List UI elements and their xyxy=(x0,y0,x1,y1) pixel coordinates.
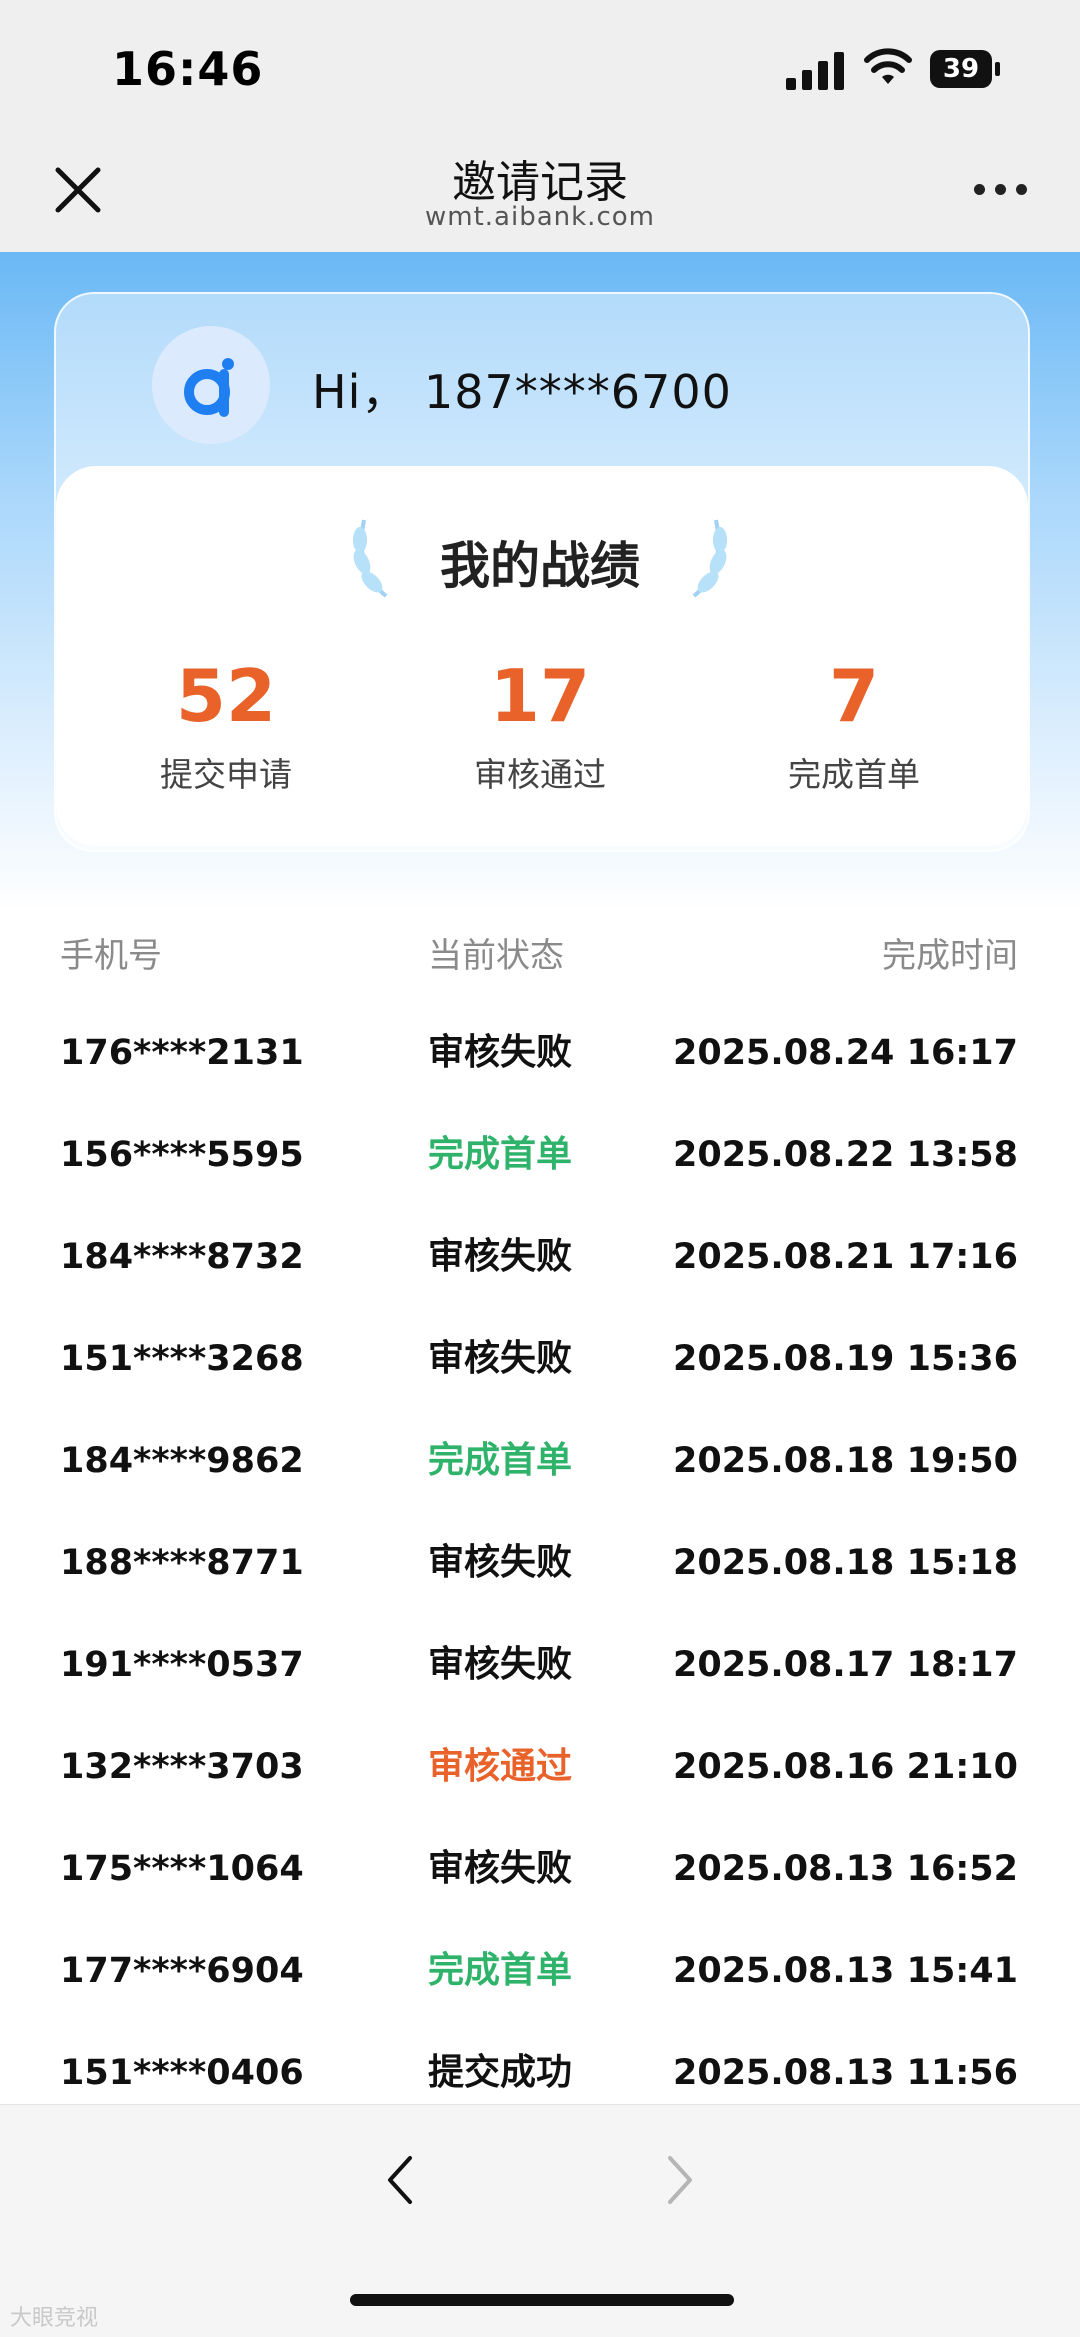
stat-first-order: 7 完成首单 xyxy=(704,654,1004,796)
cellular-signal-icon xyxy=(786,52,844,90)
stats-title: 我的战绩 xyxy=(440,537,640,595)
watermark-text: 大眼竞视 xyxy=(10,2306,99,2331)
row-phone: 188****8771 xyxy=(60,1543,304,1583)
user-greeting: Hi， 187****6700 xyxy=(312,365,732,419)
status-bar: 16:46 39 xyxy=(0,0,1080,130)
table-row: 175****1064 审核失败 2025.08.13 16:52 xyxy=(0,1818,1080,1920)
row-status: 审核失败 xyxy=(427,1644,572,1685)
row-phone: 132****3703 xyxy=(60,1747,304,1787)
row-time: 2025.08.16 21:10 xyxy=(672,1747,1018,1787)
row-phone: 184****9862 xyxy=(60,1441,304,1481)
table-row: 176****2131 审核失败 2025.08.24 16:17 xyxy=(0,1002,1080,1104)
forward-arrow-icon[interactable] xyxy=(660,2150,700,2210)
page-url: wmt.aibank.com xyxy=(425,202,655,232)
row-time: 2025.08.22 13:58 xyxy=(672,1135,1018,1175)
row-status: 审核通过 xyxy=(427,1746,572,1787)
wifi-icon xyxy=(864,48,912,84)
row-time: 2025.08.17 18:17 xyxy=(672,1645,1018,1685)
row-time: 2025.08.13 16:52 xyxy=(672,1849,1018,1889)
table-row: 132****3703 审核通过 2025.08.16 21:10 xyxy=(0,1716,1080,1818)
table-row: 188****8771 审核失败 2025.08.18 15:18 xyxy=(0,1512,1080,1614)
row-phone: 184****8732 xyxy=(60,1237,304,1277)
row-phone: 177****6904 xyxy=(60,1951,304,1991)
row-phone: 176****2131 xyxy=(60,1033,304,1073)
row-status: 审核失败 xyxy=(427,1542,572,1583)
stat-value: 52 xyxy=(175,654,277,738)
row-phone: 151****3268 xyxy=(60,1339,304,1379)
stat-approved: 17 审核通过 xyxy=(390,654,690,796)
more-options-icon[interactable] xyxy=(974,184,1028,200)
stat-value: 7 xyxy=(828,654,880,738)
row-status: 完成首单 xyxy=(427,1440,572,1481)
row-phone: 156****5595 xyxy=(60,1135,304,1175)
battery-icon: 39 xyxy=(930,50,1000,88)
table-row: 184****9862 完成首单 2025.08.18 19:50 xyxy=(0,1410,1080,1512)
row-status: 审核失败 xyxy=(427,1236,572,1277)
row-time: 2025.08.21 17:16 xyxy=(672,1237,1018,1277)
row-status: 审核失败 xyxy=(427,1032,572,1073)
table-row: 184****8732 审核失败 2025.08.21 17:16 xyxy=(0,1206,1080,1308)
stat-label: 审核通过 xyxy=(474,755,606,794)
column-header-status: 当前状态 xyxy=(428,936,564,976)
row-time: 2025.08.18 15:18 xyxy=(672,1543,1018,1583)
row-time: 2025.08.24 16:17 xyxy=(672,1033,1018,1073)
stat-value: 17 xyxy=(489,654,591,738)
row-status: 审核失败 xyxy=(427,1848,572,1889)
battery-level: 39 xyxy=(942,54,980,84)
stat-label: 提交申请 xyxy=(160,755,292,794)
back-arrow-icon[interactable] xyxy=(380,2150,420,2210)
status-time: 16:46 xyxy=(112,42,264,96)
row-status: 完成首单 xyxy=(427,1134,572,1175)
table-row: 151****3268 审核失败 2025.08.19 15:36 xyxy=(0,1308,1080,1410)
nav-bar: 邀请记录 wmt.aibank.com xyxy=(0,130,1080,252)
column-header-time: 完成时间 xyxy=(882,936,1018,976)
table-row: 177****6904 完成首单 2025.08.13 15:41 xyxy=(0,1920,1080,2022)
home-indicator xyxy=(350,2294,734,2306)
row-time: 2025.08.19 15:36 xyxy=(672,1339,1018,1379)
stat-label: 完成首单 xyxy=(788,755,920,794)
page-title: 邀请记录 xyxy=(452,157,628,208)
row-status: 完成首单 xyxy=(427,1950,572,1991)
row-phone: 175****1064 xyxy=(60,1849,304,1889)
row-status: 审核失败 xyxy=(427,1338,572,1379)
row-time: 2025.08.18 19:50 xyxy=(672,1441,1018,1481)
row-phone: 191****0537 xyxy=(60,1645,304,1685)
stat-submitted: 52 提交申请 xyxy=(76,654,376,796)
table-row: 156****5595 完成首单 2025.08.22 13:58 xyxy=(0,1104,1080,1206)
bank-logo-avatar xyxy=(152,326,270,444)
column-header-phone: 手机号 xyxy=(60,936,162,976)
table-row: 191****0537 审核失败 2025.08.17 18:17 xyxy=(0,1614,1080,1716)
row-time: 2025.08.13 15:41 xyxy=(672,1951,1018,1991)
